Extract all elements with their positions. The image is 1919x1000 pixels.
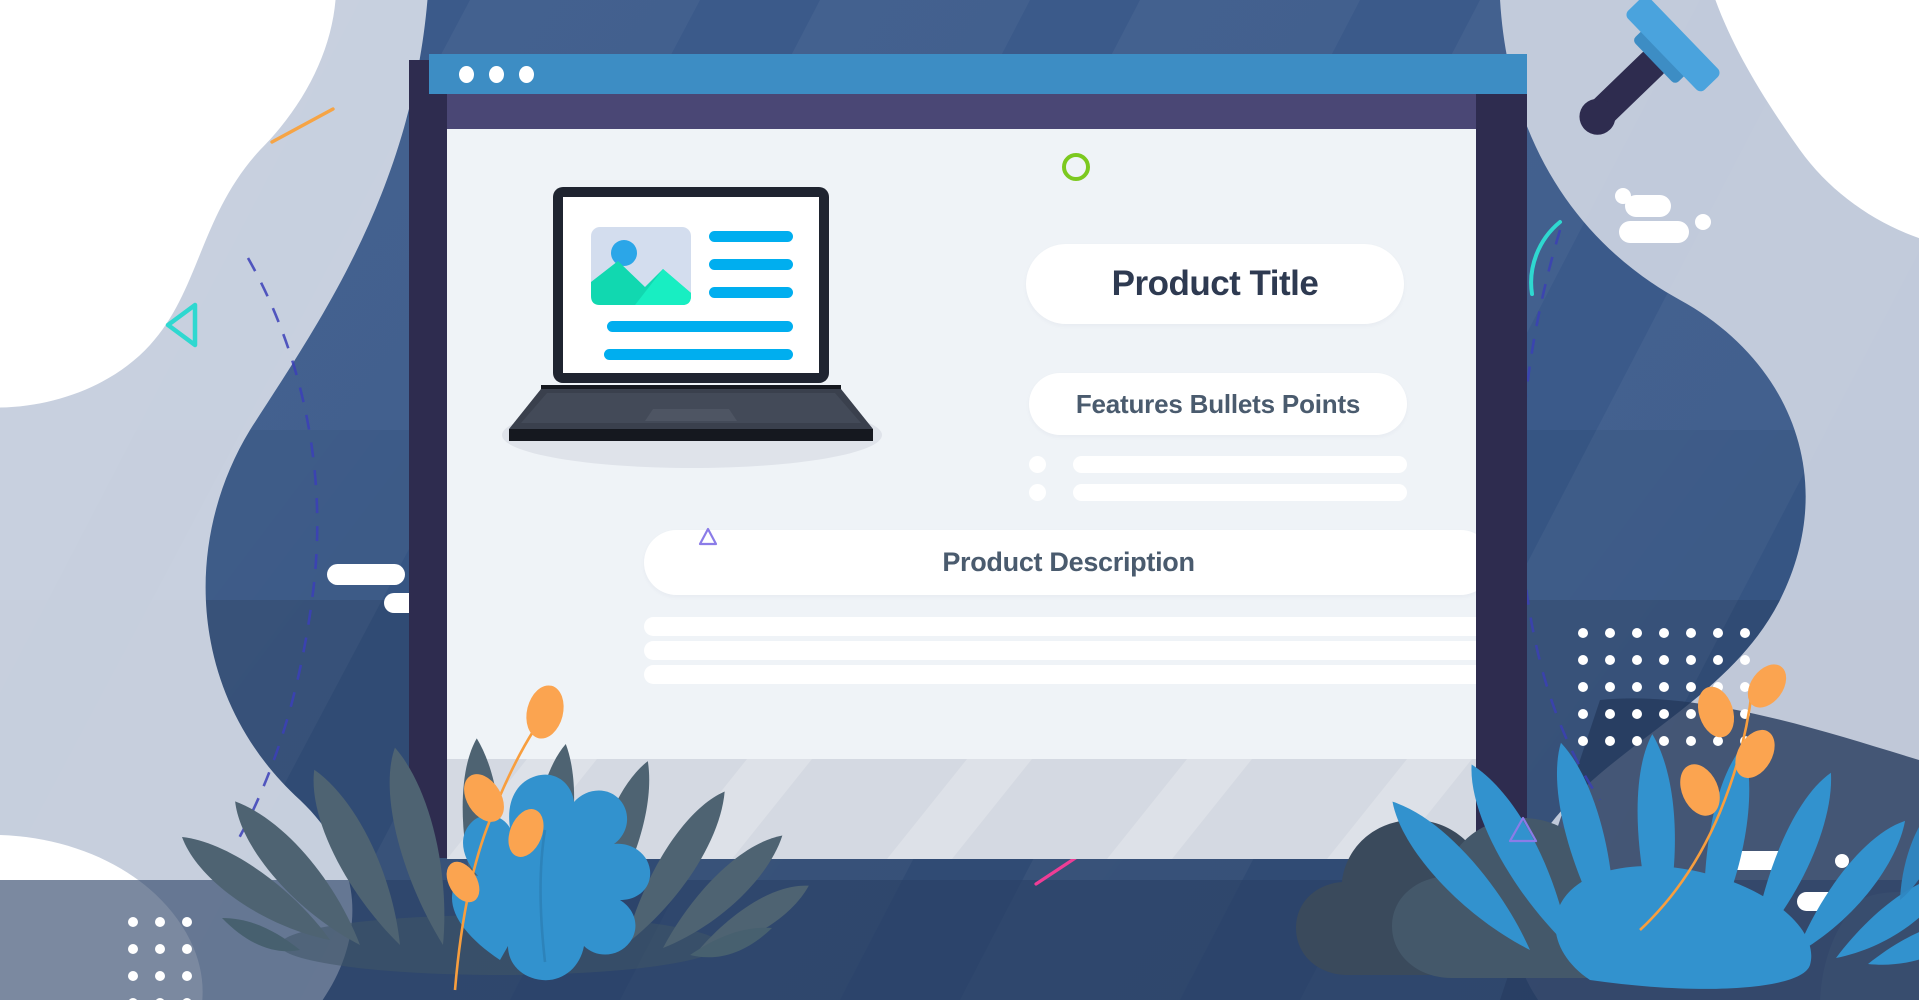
- page-root: Product Title Features Bullets Points Pr…: [0, 0, 1919, 1000]
- foreground-foliage: [182, 664, 1919, 991]
- foliage-cluster: [182, 685, 809, 991]
